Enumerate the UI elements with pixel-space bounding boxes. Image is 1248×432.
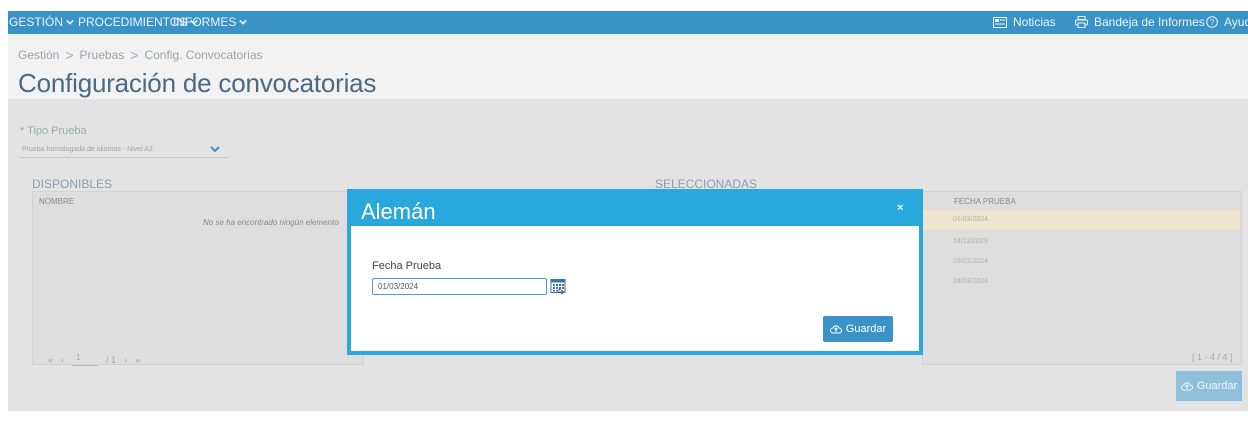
help-icon: ? (1206, 16, 1218, 28)
fecha-prueba-label: Fecha Prueba (372, 260, 442, 272)
dialog-title: Alemán (361, 199, 436, 224)
guardar-label: Guardar (1196, 380, 1238, 392)
fecha-cell: 14/11/2023 (953, 238, 988, 245)
column-header-nombre[interactable]: NOMBRE (39, 197, 74, 206)
top-navbar: GESTIÓN PROCEDIMIENTOS INFORMES Noticias… (8, 11, 1248, 34)
bandeja-label: Bandeja de Informes (1094, 15, 1205, 29)
dialog-save-button[interactable]: Guardar (823, 316, 893, 342)
chevron-down-icon (66, 19, 74, 25)
empty-message: No se ha encontrado ningún elemento (203, 218, 339, 227)
ayuda-label: Ayud (1224, 15, 1248, 29)
first-page-icon[interactable]: « (48, 355, 53, 365)
svg-text:?: ? (1210, 18, 1215, 27)
noticias-label: Noticias (1013, 15, 1056, 29)
breadcrumb-separator: > (65, 47, 74, 63)
prev-page-icon[interactable]: ‹ (61, 355, 64, 365)
tipo-prueba-value: Prueba homologada de idiomas - Nivel A2 (22, 146, 153, 153)
dialog-body: Fecha Prueba 01/03/2024 Guardar (351, 226, 919, 351)
fecha-prueba-value: 01/03/2024 (378, 282, 419, 291)
fecha-cell: 01/03/2024 (953, 216, 989, 223)
page-total: / 1 (106, 354, 117, 365)
pager: « ‹ 1 / 1 › » (48, 353, 140, 366)
fecha-cell: 24/03/2024 (953, 278, 989, 285)
breadcrumb-separator: > (130, 47, 139, 63)
calendar-icon[interactable] (550, 277, 568, 295)
chevron-down-icon (239, 19, 248, 25)
breadcrumb-pruebas[interactable]: Pruebas (80, 48, 125, 62)
cloud-upload-icon (829, 325, 842, 334)
noticias-link[interactable]: Noticias (993, 15, 1056, 29)
next-page-icon[interactable]: › (124, 355, 127, 365)
page-title: Configuración de convocatorias (18, 68, 377, 98)
range-indicator: [ 1 - 4 / 4 ] (1192, 352, 1233, 362)
menu-informes-label: INFORMES (173, 15, 237, 29)
dialog-save-label: Guardar (845, 323, 887, 335)
page-number-input[interactable]: 1 (72, 353, 99, 366)
table-row[interactable]: 14/11/2023 (923, 232, 1190, 252)
menu-gestion[interactable]: GESTIÓN (9, 15, 74, 29)
cloud-upload-icon (1180, 382, 1193, 391)
close-icon[interactable]: × (897, 202, 903, 214)
table-row[interactable]: 24/03/2024 (923, 272, 1190, 292)
fecha-cell: 09/03/2024 (953, 258, 989, 265)
tipo-prueba-select[interactable]: Prueba homologada de idiomas - Nivel A2 (20, 141, 228, 158)
column-header-fecha[interactable]: FECHA PRUEBA (954, 197, 1016, 206)
chevron-down-icon (210, 146, 220, 153)
edit-date-dialog: Alemán × Fecha Prueba 01/03/2024 Guardar (347, 189, 923, 355)
last-page-icon[interactable]: » (135, 355, 140, 365)
fecha-prueba-input[interactable]: 01/03/2024 (372, 278, 547, 295)
menu-gestion-label: GESTIÓN (9, 15, 64, 29)
disponibles-title: DISPONIBLES (32, 177, 113, 191)
printer-icon (1075, 16, 1088, 28)
breadcrumb-gestion[interactable]: Gestión (18, 48, 59, 62)
table-row[interactable]: 01/03/2024 (923, 210, 1240, 230)
guardar-button[interactable]: Guardar (1176, 371, 1242, 401)
ayuda-link[interactable]: ? Ayud (1206, 15, 1248, 29)
breadcrumb: Gestión > Pruebas > Config. Convocatoria… (18, 47, 263, 63)
bandeja-informes-link[interactable]: Bandeja de Informes (1075, 15, 1205, 29)
seleccionadas-grid: FECHA PRUEBA 01/03/2024 14/11/2023 09/03… (922, 191, 1242, 365)
disponibles-grid: NOMBRE No se ha encontrado ningún elemen… (32, 191, 364, 365)
table-row[interactable]: 09/03/2024 (923, 252, 1190, 272)
menu-informes[interactable]: INFORMES (173, 15, 248, 29)
menu-procedimientos-label: PROCEDIMIENTOS (78, 15, 188, 29)
tipo-prueba-label: * Tipo Prueba (20, 125, 87, 137)
breadcrumb-config: Config. Convocatorias (144, 48, 263, 62)
news-icon (993, 16, 1007, 28)
